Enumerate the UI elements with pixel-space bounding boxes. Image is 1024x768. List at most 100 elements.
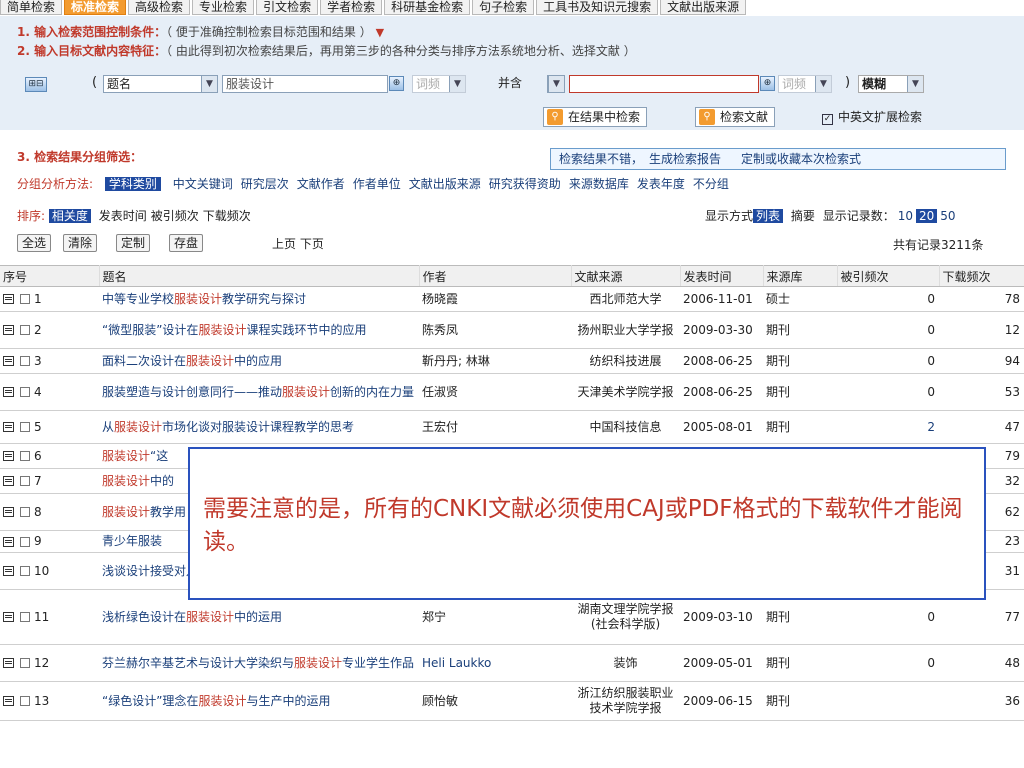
title-post[interactable]: 中的运用	[234, 610, 282, 624]
tab-8[interactable]: 工具书及知识元搜索	[536, 0, 659, 15]
pager[interactable]: 上页 下页	[272, 235, 324, 252]
table-row[interactable]: 3 面料二次设计在服装设计中的应用 靳丹丹; 林琳 纺织科技进展 2008-06-25 期…	[0, 348, 1024, 374]
document-icon[interactable]	[3, 294, 14, 304]
tab-3[interactable]: 专业检索	[192, 0, 255, 15]
row-checkbox[interactable]	[20, 696, 30, 706]
row-checkbox[interactable]	[20, 325, 30, 335]
title-cell[interactable]: 服装塑造与设计创意同行——推动服装设计创新的内在力量	[99, 373, 419, 411]
group-option[interactable]: 文献出版来源	[409, 177, 481, 191]
title-cell[interactable]: “微型服装”设计在服装设计课程实践环节中的应用	[99, 311, 419, 349]
title-highlight[interactable]: 服装设计	[186, 610, 234, 624]
add-remove-condition-icon[interactable]: ⊞⊟	[25, 77, 47, 92]
source-cell[interactable]: 西北师范大学	[571, 286, 680, 312]
match-select[interactable]: 模糊 ▼	[858, 75, 924, 93]
title-post[interactable]: 中的	[150, 474, 174, 488]
title-cell[interactable]: 从服装设计市场化谈对服装设计课程教学的思考	[99, 410, 419, 444]
group-option[interactable]: 发表年度	[637, 177, 685, 191]
source-cell[interactable]: 中国科技信息	[571, 410, 680, 444]
title-highlight[interactable]: 服装设计	[102, 474, 150, 488]
column-header[interactable]: 题名	[99, 265, 420, 287]
title-highlight[interactable]: 服装设计	[174, 292, 222, 306]
tab-4[interactable]: 引文检索	[256, 0, 319, 15]
group-option[interactable]: 来源数据库	[569, 177, 629, 191]
tab-5[interactable]: 学者检索	[320, 0, 383, 15]
title-highlight[interactable]: 服装设计	[114, 420, 162, 434]
row-checkbox[interactable]	[20, 356, 30, 366]
tab-0[interactable]: 简单检索	[0, 0, 63, 15]
title-pre[interactable]: 中等专业学校	[102, 292, 174, 306]
title-pre[interactable]: 从	[102, 420, 114, 434]
tab-6[interactable]: 科研基金检索	[384, 0, 471, 15]
title-highlight[interactable]: 服装设计	[102, 449, 150, 463]
column-header[interactable]: 文献来源	[571, 265, 681, 287]
title-post[interactable]: 专业学生作品	[342, 656, 414, 670]
title-post[interactable]: 市场化谈对服装设计课程教学的思考	[162, 420, 354, 434]
group-option[interactable]: 研究获得资助	[489, 177, 561, 191]
tab-1[interactable]: 标准检索	[64, 0, 127, 15]
group-option[interactable]: 文献作者	[297, 177, 345, 191]
title-pre[interactable]: “微型服装”设计在	[102, 323, 198, 337]
search-input[interactable]: 服装设计	[222, 75, 388, 93]
column-header[interactable]: 作者	[419, 265, 572, 287]
row-checkbox[interactable]	[20, 422, 30, 432]
document-icon[interactable]	[3, 658, 14, 668]
logic-dropdown[interactable]: ▼	[547, 75, 565, 93]
column-header[interactable]: 被引频次	[837, 265, 940, 287]
author-cell[interactable]: 任淑贤	[419, 373, 571, 411]
title-post[interactable]: 中的应用	[234, 354, 282, 368]
table-row[interactable]: 4 服装塑造与设计创意同行——推动服装设计创新的内在力量 任淑贤 天津美术学院学报 20…	[0, 373, 1024, 411]
author-cell[interactable]: 靳丹丹; 林琳	[419, 348, 571, 374]
table-row[interactable]: 13 “绿色设计”理念在服装设计与生产中的运用 顾怡敏 浙江纺织服装职业技术学院学报 2…	[0, 681, 1024, 721]
row-checkbox[interactable]	[20, 387, 30, 397]
title-cell[interactable]: 芬兰赫尔辛基艺术与设计大学染织与服装设计专业学生作品	[99, 644, 419, 682]
title-highlight[interactable]: 服装设计	[186, 354, 234, 368]
action-button-1[interactable]: 清除	[63, 234, 98, 252]
tab-9[interactable]: 文献出版来源	[660, 0, 747, 15]
row-checkbox[interactable]	[20, 451, 30, 461]
table-row[interactable]: 5 从服装设计市场化谈对服装设计课程教学的思考 王宏付 中国科技信息 2005-08-0…	[0, 410, 1024, 444]
title-highlight[interactable]: 服装设计	[294, 656, 342, 670]
document-icon[interactable]	[3, 325, 14, 335]
sort-option[interactable]: 下载频次	[203, 209, 251, 223]
title-cell[interactable]: “绿色设计”理念在服装设计与生产中的运用	[99, 681, 419, 721]
document-icon[interactable]	[3, 566, 14, 576]
title-pre[interactable]: 面料二次设计在	[102, 354, 186, 368]
document-icon[interactable]	[3, 612, 14, 622]
document-icon[interactable]	[3, 696, 14, 706]
display-summary[interactable]: 摘要	[791, 209, 815, 223]
title-post[interactable]: 教学用	[150, 505, 186, 519]
row-checkbox[interactable]	[20, 476, 30, 486]
source-cell[interactable]: 天津美术学院学报	[571, 373, 680, 411]
dictionary-icon[interactable]: ⊕	[389, 76, 404, 91]
record-count-option[interactable]: 10	[898, 209, 913, 223]
title-highlight[interactable]: 服装设计	[282, 385, 330, 399]
sort-option[interactable]: 发表时间	[99, 209, 147, 223]
document-icon[interactable]	[3, 422, 14, 432]
source-cell[interactable]: 纺织科技进展	[571, 348, 680, 374]
column-header[interactable]: 下载频次	[939, 265, 1024, 287]
row-checkbox[interactable]	[20, 294, 30, 304]
author-cell[interactable]: 杨晓霞	[419, 286, 571, 312]
title-post[interactable]: 课程实践环节中的应用	[246, 323, 366, 337]
column-header[interactable]: 发表时间	[680, 265, 764, 287]
table-row[interactable]: 12 芬兰赫尔辛基艺术与设计大学染织与服装设计专业学生作品 Heli Laukko 装…	[0, 644, 1024, 682]
column-header[interactable]: 序号	[0, 265, 100, 287]
expand-arrow-icon[interactable]: ▼	[376, 26, 384, 39]
group-option[interactable]: 不分组	[693, 177, 729, 191]
search-docs-button[interactable]: ⚲ 检索文献	[695, 107, 776, 127]
record-count-option[interactable]: 20	[916, 209, 938, 223]
row-checkbox[interactable]	[20, 507, 30, 517]
dictionary-icon[interactable]: ⊕	[760, 76, 775, 91]
document-icon[interactable]	[3, 387, 14, 397]
document-icon[interactable]	[3, 507, 14, 517]
author-cell[interactable]: 顾怡敏	[419, 681, 571, 721]
checkbox-checked-icon[interactable]: ✓	[822, 114, 833, 125]
title-highlight[interactable]: 服装设计	[198, 323, 246, 337]
title-cell[interactable]: 中等专业学校服装设计教学研究与探讨	[99, 286, 419, 312]
title-pre[interactable]: 服装塑造与设计创意同行——推动	[102, 385, 282, 399]
title-highlight[interactable]: 服装设计	[198, 694, 246, 708]
action-button-2[interactable]: 定制	[116, 234, 151, 252]
title-pre[interactable]: 芬兰赫尔辛基艺术与设计大学染织与	[102, 656, 294, 670]
group-option[interactable]: 中文关键词	[173, 177, 233, 191]
source-cell[interactable]: 扬州职业大学学报	[571, 311, 680, 349]
